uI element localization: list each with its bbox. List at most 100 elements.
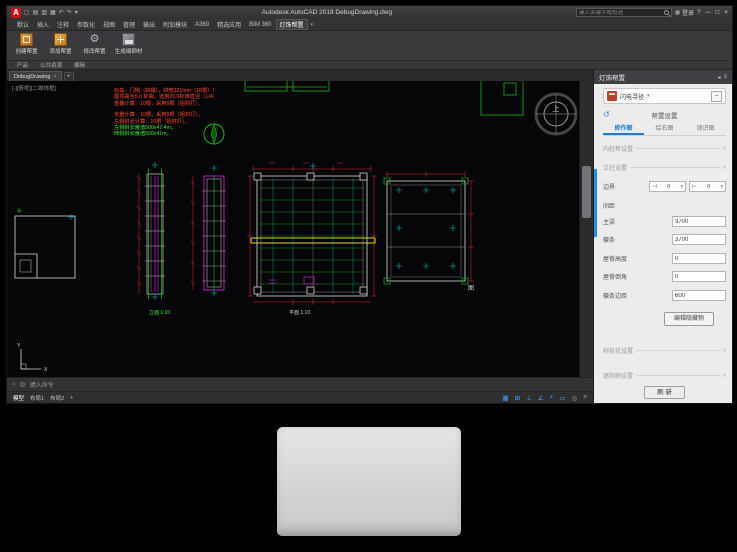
ribbon-tab[interactable]: 精选应用 xyxy=(213,19,245,30)
palette-tabs: 即作图 绘右图 测识图 xyxy=(603,123,726,136)
tool-create-canopy[interactable]: 创建帮置 xyxy=(13,33,40,58)
ribbon-tab[interactable]: 输出 xyxy=(139,19,159,30)
field-boundary: 边界 ⊣ 0 ▾ ⊢ 0 ▾ xyxy=(603,180,726,193)
open-icon[interactable]: ▤ xyxy=(33,9,39,16)
ridge-height-input[interactable] xyxy=(672,253,726,264)
snap-icon[interactable]: ⊞ xyxy=(515,394,520,402)
ortho-icon[interactable]: ⊥ xyxy=(526,394,532,402)
grid-icon[interactable]: ▦ xyxy=(502,394,508,402)
drawing-viewport[interactable]: 上 xyxy=(7,81,593,377)
palette-header[interactable]: 灯饰帮置 ◂ ≡ xyxy=(594,70,732,84)
command-customize-icon[interactable]: ⚙ xyxy=(20,381,26,389)
isolate-icon[interactable]: ◎ xyxy=(572,394,578,402)
new-tab-button[interactable]: + xyxy=(64,72,74,81)
ribbon-tab[interactable]: 视图 xyxy=(99,19,119,30)
refresh-button[interactable]: 刷 新 xyxy=(644,386,685,399)
avatar-icon xyxy=(675,10,680,15)
command-close-icon[interactable]: × xyxy=(12,382,16,388)
main-beam-input[interactable] xyxy=(672,216,726,227)
ribbon-tab[interactable]: 参数化 xyxy=(73,19,99,30)
signin-button[interactable]: 登录 xyxy=(675,8,694,17)
close-tab-icon[interactable]: × xyxy=(53,74,56,80)
field-ridge-height: 屋脊高度 xyxy=(603,252,726,265)
palette-body: 闪电寻径 ▾ − ↺ 帮置设置 即作图 绘右图 测识图 内柱帮设置 xyxy=(594,84,732,403)
search-input[interactable] xyxy=(579,10,662,16)
palette-edge-bar xyxy=(579,81,593,377)
back-icon[interactable]: ↺ xyxy=(603,110,617,119)
search-icon[interactable] xyxy=(664,10,669,15)
print-icon[interactable]: ▦ xyxy=(50,9,56,16)
minimize-button[interactable]: ─ xyxy=(706,9,711,16)
autocad-logo-icon[interactable]: A xyxy=(11,8,21,18)
command-prompt[interactable]: 键入命令 xyxy=(30,380,54,389)
polar-icon[interactable]: ∠ xyxy=(538,394,544,402)
ribbon-tab[interactable]: BIM 360 xyxy=(245,19,275,30)
layout-tab-add[interactable]: + xyxy=(70,395,73,401)
cad-note: 屋顶高为5.0 标高，选用25.6标准直径（1/4） xyxy=(114,94,218,100)
viewport-controls[interactable]: [-][俯视][二维线框] xyxy=(12,84,56,92)
edit-hidden-button[interactable]: 编辑隐藏物 xyxy=(664,312,714,326)
ribbon-tab[interactable]: 注释 xyxy=(53,19,73,30)
customize-icon[interactable]: ≡ xyxy=(583,394,587,401)
ribbon-panel: 创建帮置 添加帮置 ⚙ 修改帮置 生成细钢材 xyxy=(7,31,732,61)
divider xyxy=(636,375,720,376)
lineweight-icon[interactable]: ▭ xyxy=(559,394,565,402)
layout-tab-model[interactable]: 模型 xyxy=(13,394,24,402)
viewcube-compass[interactable]: 上 xyxy=(536,94,576,134)
ribbon-tab[interactable]: 附加模块 xyxy=(159,19,191,30)
section-column-settings[interactable]: 立柱设置 ˄ xyxy=(603,163,726,172)
layout-tab-layout2[interactable]: 布局2 xyxy=(50,394,64,402)
boundary-right-select[interactable]: ⊢ 0 ▾ xyxy=(689,181,726,192)
ribbon-tab[interactable]: A360 xyxy=(191,19,213,30)
palette-menu-icon[interactable]: ≡ xyxy=(723,74,727,80)
help-search[interactable] xyxy=(576,8,672,17)
section-shade-settings[interactable]: 遮阳物设置 ˅ xyxy=(603,371,726,380)
redo-icon[interactable]: ↷ xyxy=(67,9,72,16)
close-button[interactable]: × xyxy=(724,9,728,16)
purlin-margin-input[interactable] xyxy=(672,290,726,301)
ribbon-tab[interactable]: 插入 xyxy=(33,19,53,30)
collapse-button[interactable]: − xyxy=(711,91,722,102)
workspace-icon[interactable]: ▢ xyxy=(24,9,30,16)
purlin-input[interactable] xyxy=(672,234,726,245)
palette-grip[interactable] xyxy=(582,166,591,218)
section-branch-settings[interactable]: 树枝花设置 ˅ xyxy=(603,346,726,355)
ribbon-tab[interactable]: 管理 xyxy=(119,19,139,30)
palette-tab[interactable]: 即作图 xyxy=(603,123,644,135)
cad-note: 支重计算：10根，采用6根（铝材打）。 xyxy=(114,112,218,118)
chevron-up-icon: ˄ xyxy=(723,165,726,171)
object-snap-icon[interactable]: + xyxy=(550,394,554,401)
tool-modify-canopy[interactable]: ⚙ 修改帮置 xyxy=(81,33,108,58)
group-label-spacing: 间距 xyxy=(603,201,726,210)
palette-tab[interactable]: 测识图 xyxy=(685,123,726,135)
ribbon-tab[interactable]: 默认 xyxy=(13,19,33,30)
canopy-palette: 灯饰帮置 ◂ ≡ 闪电寻径 ▾ − ↺ 帮置设置 xyxy=(593,70,732,403)
undo-icon[interactable]: ↶ xyxy=(59,9,64,16)
tool-generate-steel[interactable]: 生成细钢材 xyxy=(115,33,142,58)
section-inner-column[interactable]: 内柱帮设置 ˅ xyxy=(603,144,726,153)
boundary-left-select[interactable]: ⊣ 0 ▾ xyxy=(649,181,686,192)
command-line[interactable]: × ⚙ 键入命令 xyxy=(7,377,593,391)
chevron-down-icon: ˅ xyxy=(723,373,726,379)
cad-elevation-a xyxy=(137,169,165,299)
ribbon-tab-active[interactable]: 灯饰帮置 xyxy=(276,19,308,30)
auto-hide-icon[interactable]: ◂ xyxy=(717,74,720,81)
file-tab-active[interactable]: DebugDrawing × xyxy=(9,71,62,81)
boundary-right-icon: ⊢ xyxy=(692,184,697,190)
boundary-left-icon: ⊣ xyxy=(652,184,657,190)
qat-dropdown-icon[interactable]: ▾ xyxy=(75,9,78,16)
ribbon-panel-names: 产品 公共资源 编辑 xyxy=(7,61,732,70)
ridge-chamfer-input[interactable] xyxy=(672,271,726,282)
help-button[interactable]: ? xyxy=(697,9,701,16)
cad-drawing: 上 xyxy=(7,81,581,377)
chevron-down-icon[interactable]: ▾ xyxy=(647,93,650,99)
save-icon[interactable]: ▥ xyxy=(41,9,47,16)
tab-options-icon[interactable]: ▾ xyxy=(308,19,317,30)
maximize-button[interactable]: □ xyxy=(715,9,719,16)
layout-tab-layout1[interactable]: 布局1 xyxy=(30,394,44,402)
tool-add-canopy[interactable]: 添加帮置 xyxy=(47,33,74,58)
chevron-down-icon: ▾ xyxy=(680,184,683,190)
style-selector[interactable]: 闪电寻径 ▾ − xyxy=(603,88,726,104)
palette-tab[interactable]: 绘右图 xyxy=(644,123,685,135)
settings-header-row: ↺ 帮置设置 xyxy=(603,108,726,121)
